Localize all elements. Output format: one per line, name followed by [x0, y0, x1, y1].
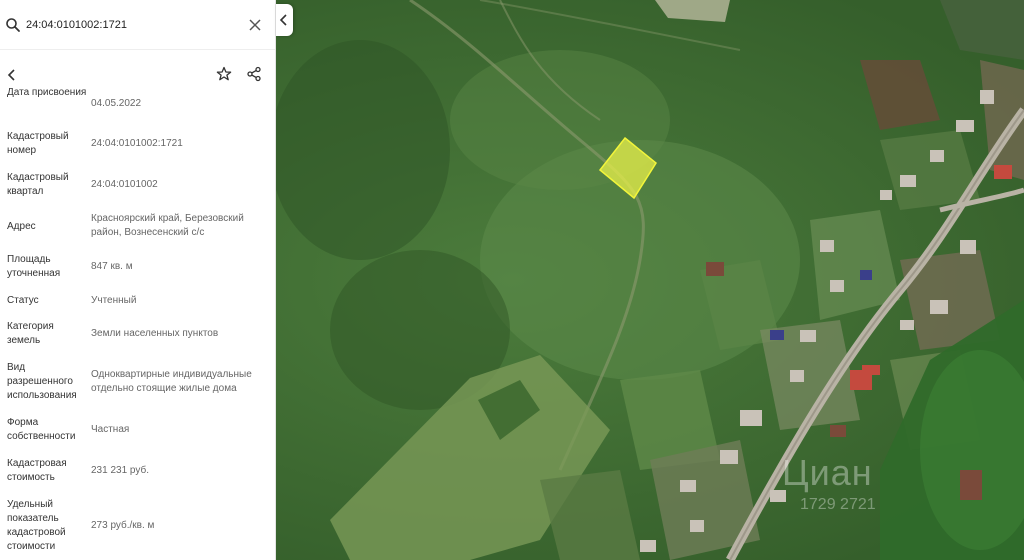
detail-value: 273 руб./кв. м [91, 520, 155, 531]
star-icon[interactable] [216, 66, 232, 82]
detail-label: Кадастровый квартал [7, 172, 69, 197]
detail-label: Дата присвоения [7, 87, 87, 98]
detail-value: Земли населенных пунктов [91, 328, 219, 339]
detail-value: 231 231 руб. [91, 465, 149, 476]
detail-label: Категория земель [7, 321, 54, 346]
detail-label: Адрес [7, 221, 36, 232]
detail-label: Кадастровая стоимость [7, 458, 67, 483]
info-panel: Дата присвоения 04.05.2022 Кадастровый н… [0, 0, 276, 560]
chevron-left-icon [279, 14, 287, 26]
search-icon [6, 18, 20, 32]
share-icon[interactable] [246, 66, 262, 82]
detail-value: 04.05.2022 [91, 98, 142, 109]
detail-value: Красноярский край, Березовский район, Во… [91, 213, 244, 238]
detail-value: Одноквартирные индивидуальные отдельно с… [91, 369, 252, 394]
detail-label: Площадь уточненная [7, 254, 61, 279]
detail-label: Удельный показатель кадастровой стоимост… [7, 499, 66, 552]
watermark-text: Циан [782, 452, 873, 493]
close-icon[interactable] [248, 18, 262, 32]
detail-value: 847 кв. м [91, 261, 133, 272]
chevron-left-icon[interactable] [5, 68, 19, 82]
watermark-sub-text: 1729 2721 [800, 496, 876, 513]
detail-value: Учтенный [91, 295, 137, 306]
collapse-panel-button[interactable] [276, 4, 293, 36]
detail-label: Кадастровый номер [7, 131, 69, 156]
search-input[interactable] [26, 10, 246, 40]
detail-value: Частная [91, 424, 130, 435]
search-bar [0, 0, 275, 50]
detail-value: 24:04:0101002 [91, 179, 158, 190]
detail-value: 24:04:0101002:1721 [91, 138, 183, 149]
detail-label: Статус [7, 295, 39, 306]
detail-label: Форма собственности [7, 417, 76, 442]
detail-label: Вид разрешенного использования [7, 362, 77, 401]
